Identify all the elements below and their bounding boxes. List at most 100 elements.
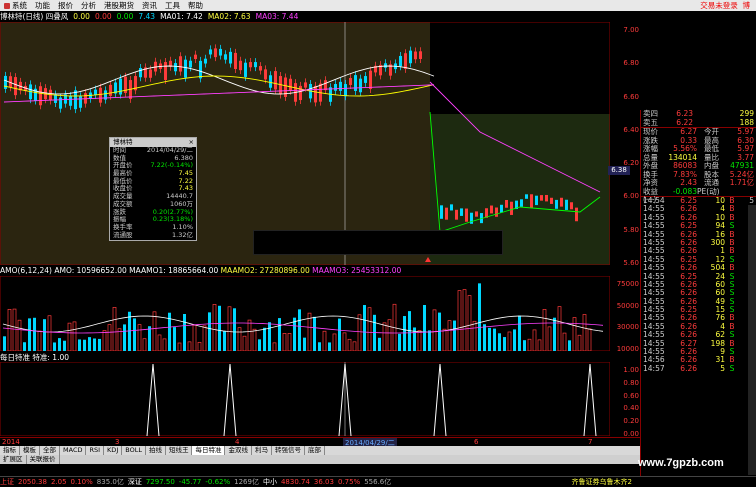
amo-bar (112, 307, 117, 351)
status-bar: 上证 2050.38 2.05 0.10% 835.0亿 深证 7297.50 -45.77… (0, 476, 756, 487)
tab-extend[interactable]: 扩展区 (0, 455, 27, 464)
candle-body (575, 207, 578, 222)
candle-body (209, 49, 212, 55)
date-label-4: 4 (235, 438, 240, 446)
amo-bar (367, 307, 372, 351)
candle-body (74, 90, 77, 110)
signal-spike (146, 363, 160, 436)
tab-related-quote[interactable]: 关联报价 (27, 455, 60, 464)
candle-body (119, 78, 122, 95)
amo-bar (398, 333, 401, 351)
tab-12[interactable]: 转强信号 (272, 446, 305, 455)
amo-bar (93, 338, 96, 351)
amo-bar (293, 317, 296, 351)
menu-quote[interactable]: 报价 (54, 0, 77, 11)
menu-hk-futures[interactable]: 港股期货 (100, 0, 138, 11)
amo-bar (303, 337, 306, 351)
tab-10[interactable]: 金双线 (225, 446, 252, 455)
tab-9[interactable]: 每日特准 (192, 446, 226, 455)
amo-bar (202, 325, 207, 351)
stat-label: 收益(一) (643, 186, 658, 204)
candle-body (384, 63, 387, 68)
candle-body (475, 211, 478, 217)
amo-bar (47, 315, 52, 351)
tab-7[interactable]: 拍线 (146, 446, 166, 455)
amo-bar (582, 314, 587, 351)
candle-body (224, 54, 227, 60)
amo-bar (338, 318, 341, 351)
signal-spike (223, 363, 237, 436)
amo-bar (53, 342, 56, 351)
indicator-v1: 0.00 (73, 12, 90, 21)
amo-bar (387, 319, 392, 351)
candle-body (334, 84, 337, 91)
candle-body (445, 207, 448, 220)
axis-label: 6.40 (623, 125, 639, 134)
amo-bar (12, 308, 17, 351)
candle-body (570, 202, 573, 210)
amo-bar (137, 324, 142, 351)
signal-axis: 1.00 0.80 0.60 0.40 0.20 0.00 (612, 362, 640, 438)
amo-bar (233, 308, 236, 351)
candle-body (339, 81, 342, 91)
menu-function[interactable]: 功能 (31, 0, 54, 11)
amo-bar (547, 326, 552, 351)
amo-bar (37, 330, 42, 351)
candle-body (520, 199, 523, 207)
amo-bar (67, 322, 72, 351)
menu-news[interactable]: 资讯 (138, 0, 161, 11)
ma3-value: MA03: 7.44 (255, 12, 299, 21)
candle-body (344, 84, 347, 97)
tab-6[interactable]: BOLL (122, 446, 146, 455)
amo-bar (537, 339, 542, 351)
candle-body (560, 197, 563, 207)
tab-13[interactable]: 底部 (305, 446, 325, 455)
price-tag: 6.38 (608, 166, 630, 175)
candle-body (359, 78, 362, 93)
menu-system[interactable]: 系统 (0, 0, 31, 11)
kline-tooltip: 博林特 × 时间 2014/04/29/二 数值 6.380 开盘价 7.22(-0.14%… (109, 137, 197, 241)
axis-label: 7.00 (623, 26, 639, 34)
tab-8[interactable]: 短线王 (166, 446, 193, 455)
candlestick-chart[interactable] (0, 22, 610, 265)
ma2-value: MA02: 7.63 (207, 12, 251, 21)
amo-bar (192, 324, 197, 351)
axis-label: 0.80 (623, 378, 639, 387)
candle-body (14, 77, 17, 96)
price-axis: 7.00 6.80 6.60 6.40 6.20 6.00 5.80 5.60 (612, 22, 640, 267)
amo-bar (218, 305, 221, 351)
tab-1[interactable]: 模板 (20, 446, 40, 455)
amo-bar (432, 309, 437, 351)
amo-bar (258, 339, 261, 351)
amo-bar (523, 340, 526, 351)
amo-bar (43, 319, 46, 351)
tab-11[interactable]: 利马 (252, 446, 272, 455)
tab-4[interactable]: RSI (86, 446, 105, 455)
tab-2[interactable]: 全部 (40, 446, 60, 455)
login-status[interactable]: 交易未登录 博 (700, 0, 756, 11)
tab-0[interactable]: 指标 (0, 446, 20, 455)
tick-time: 14:57 (643, 363, 665, 373)
candle-body (419, 51, 422, 59)
amo-bar (342, 332, 347, 351)
amo-bar (403, 316, 406, 351)
menu-tools[interactable]: 工具 (161, 0, 184, 11)
amo-bar (173, 327, 176, 351)
menu-help[interactable]: 帮助 (184, 0, 207, 11)
candle-body (94, 89, 97, 96)
scrollbar[interactable] (748, 205, 756, 475)
amo-bar (17, 319, 22, 351)
amo-bar (287, 333, 292, 351)
amo-volume-chart[interactable] (0, 276, 610, 351)
menu-analysis[interactable]: 分析 (77, 0, 100, 11)
candle-body (69, 96, 72, 106)
tab-5[interactable]: KDJ (104, 446, 123, 455)
amo-axis: 75000 50000 30000 10000 (612, 276, 640, 353)
amo-bar (63, 340, 66, 351)
signal-chart[interactable] (0, 362, 610, 436)
indicator-tabs: 指标 模板 全部 MACD RSI KDJ BOLL 拍线 短线王 每日特准 金双线 利马 转强信号 底部 (0, 446, 640, 455)
tab-3[interactable]: MACD (60, 446, 87, 455)
candle-body (79, 96, 82, 108)
